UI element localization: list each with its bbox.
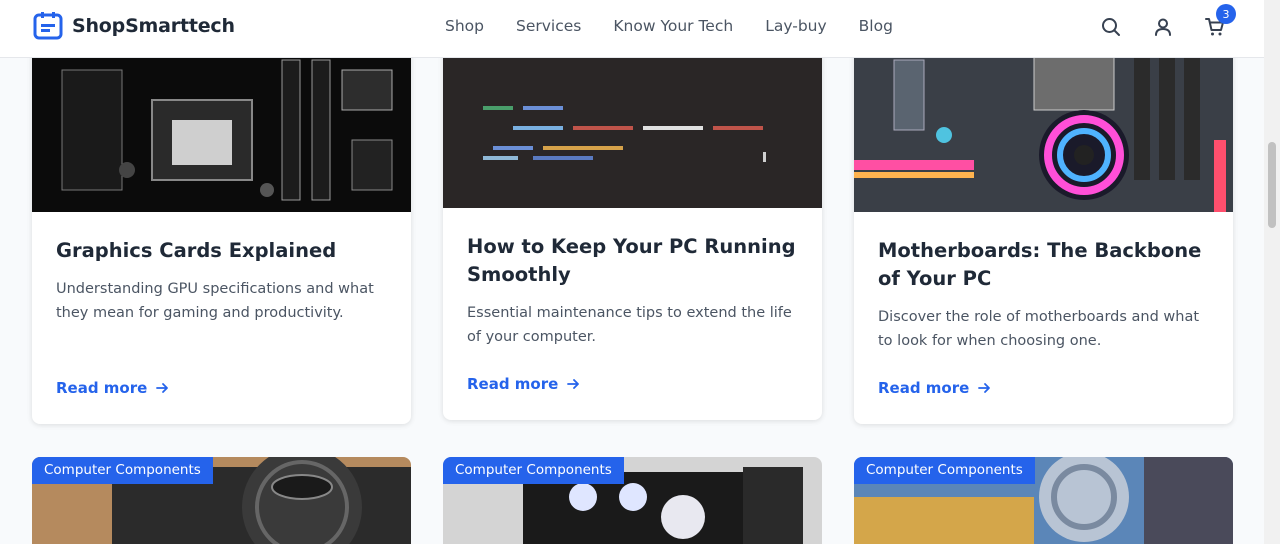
nav-know-your-tech[interactable]: Know Your Tech xyxy=(613,17,733,35)
user-icon[interactable] xyxy=(1153,17,1173,37)
card-description: Essential maintenance tips to extend the… xyxy=(467,305,792,345)
blog-card-power-supply[interactable]: Computer Components xyxy=(32,457,411,544)
read-more-label: Read more xyxy=(56,379,148,397)
main-nav: Shop Services Know Your Tech Lay-buy Blo… xyxy=(445,17,925,35)
arrow-right-icon xyxy=(567,379,580,389)
blog-card-pc-case[interactable]: Computer Components xyxy=(443,457,822,544)
read-more-label: Read more xyxy=(467,375,559,393)
card-description: Discover the role of motherboards and wh… xyxy=(878,309,1200,349)
page-scrollbar[interactable] xyxy=(1264,0,1280,544)
arrow-right-icon xyxy=(156,383,169,393)
category-badge[interactable]: Computer Components xyxy=(854,457,1035,484)
logo[interactable]: ShopSmarttech xyxy=(33,12,235,40)
nav-shop[interactable]: Shop xyxy=(445,17,484,35)
nav-services[interactable]: Services xyxy=(516,17,581,35)
nav-lay-buy[interactable]: Lay-buy xyxy=(765,17,826,35)
blog-card-motherboards[interactable]: Motherboards: The Backbone of Your PC Di… xyxy=(854,40,1233,424)
logo-icon xyxy=(33,12,63,40)
card-image-rgb-motherboard xyxy=(854,40,1233,212)
blog-card-graphics[interactable]: Graphics Cards Explained Understanding G… xyxy=(32,40,411,424)
blog-card-pc-maintenance[interactable]: How to Keep Your PC Running Smoothly Ess… xyxy=(443,36,822,420)
site-header: ShopSmarttech Shop Services Know Your Te… xyxy=(0,0,1264,58)
search-icon[interactable] xyxy=(1101,17,1121,37)
card-title[interactable]: Motherboards: The Backbone of Your PC xyxy=(878,237,1208,293)
card-image-circuit-board xyxy=(32,40,411,212)
category-badge[interactable]: Computer Components xyxy=(443,457,624,484)
card-image-code-screen xyxy=(443,36,822,208)
read-more-link[interactable]: Read more xyxy=(56,379,169,397)
blog-card-cooling[interactable]: Computer Components xyxy=(854,457,1233,544)
cart-count-badge: 3 xyxy=(1216,4,1236,24)
read-more-link[interactable]: Read more xyxy=(878,379,991,397)
card-description: Understanding GPU specifications and wha… xyxy=(56,281,374,321)
nav-blog[interactable]: Blog xyxy=(859,17,893,35)
read-more-label: Read more xyxy=(878,379,970,397)
logo-text: ShopSmarttech xyxy=(72,15,235,37)
scroll-thumb[interactable] xyxy=(1268,142,1276,228)
card-title[interactable]: Graphics Cards Explained xyxy=(56,237,386,265)
read-more-link[interactable]: Read more xyxy=(467,375,580,393)
arrow-right-icon xyxy=(978,383,991,393)
card-title[interactable]: How to Keep Your PC Running Smoothly xyxy=(467,233,797,289)
category-badge[interactable]: Computer Components xyxy=(32,457,213,484)
